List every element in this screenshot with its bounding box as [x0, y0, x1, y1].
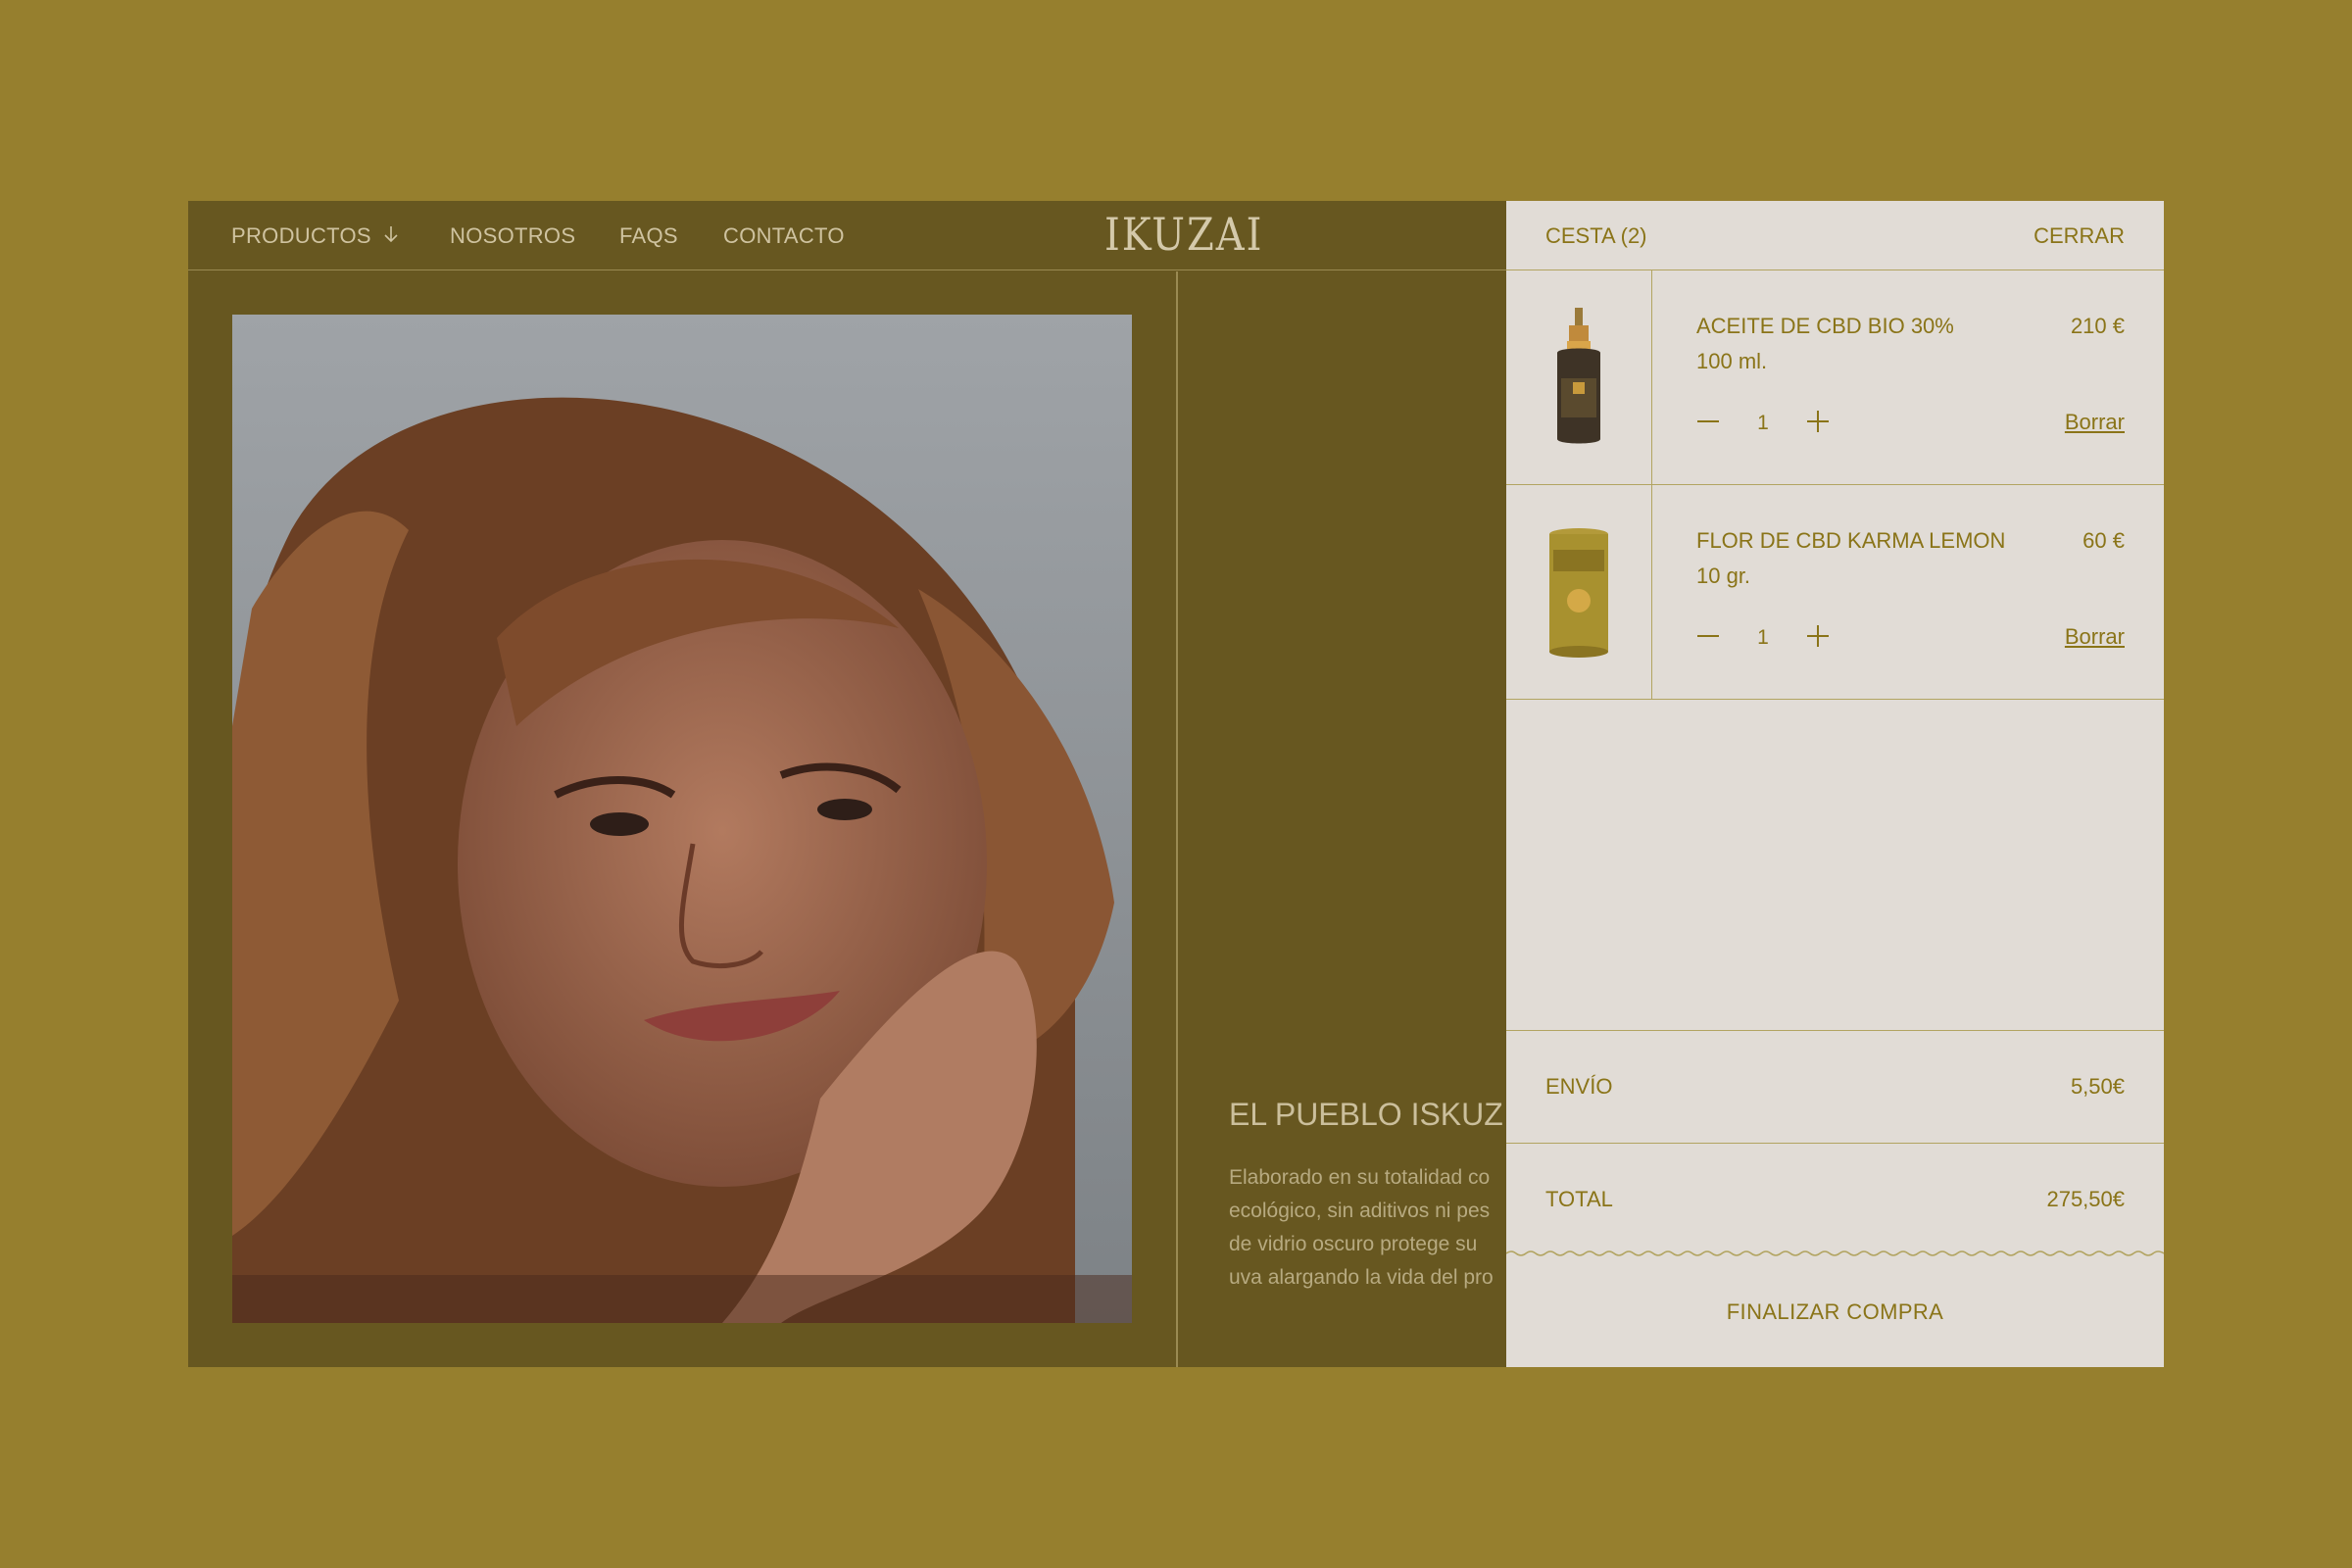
minus-icon[interactable] [1696, 624, 1720, 648]
minus-icon[interactable] [1696, 410, 1720, 433]
receipt-edge [1506, 1250, 2164, 1256]
item-name: FLOR DE CBD KARMA LEMON [1696, 528, 2006, 553]
remove-item-button[interactable]: Borrar [2065, 624, 2125, 650]
nav-faqs[interactable]: FAQS [619, 223, 678, 249]
cart-item: ACEITE DE CBD BIO 30% 100 ml. 210 € 1 Bo… [1506, 270, 2164, 485]
nav-productos-label: PRODUCTOS [231, 223, 371, 248]
product-image-oil [1506, 270, 1652, 484]
total-label: TOTAL [1545, 1187, 1613, 1211]
shipping-row: ENVÍO 5,50€ [1506, 1030, 2164, 1143]
nav-nosotros[interactable]: NOSOTROS [450, 223, 575, 249]
item-size: 100 ml. [1696, 349, 1768, 373]
nav-contacto[interactable]: CONTACTO [723, 223, 845, 249]
checkout-button[interactable]: FINALIZAR COMPRA [1506, 1257, 2164, 1367]
total-value: 275,50€ [2046, 1187, 2125, 1211]
arrow-down-icon [383, 223, 399, 249]
cart-header: CESTA (2) CERRAR [1506, 201, 2164, 270]
plus-icon[interactable] [1806, 410, 1830, 433]
shipping-value: 5,50€ [2070, 1074, 2125, 1099]
close-cart-button[interactable]: CERRAR [2034, 223, 2125, 249]
site-logo[interactable]: IKUZAI [1104, 210, 1263, 262]
item-size: 10 gr. [1696, 564, 1751, 588]
item-price: 210 € [2070, 314, 2125, 338]
item-quantity: 1 [1757, 412, 1769, 434]
item-price: 60 € [2082, 528, 2125, 553]
cart-item: FLOR DE CBD KARMA LEMON 10 gr. 60 € 1 Bo… [1506, 485, 2164, 700]
plus-icon[interactable] [1806, 624, 1830, 648]
top-nav: PRODUCTOS NOSOTROS FAQS CONTACTO IKUZAI [188, 201, 1506, 270]
total-row: TOTAL 275,50€ [1506, 1143, 2164, 1255]
content-divider [1176, 271, 1178, 1367]
cart-panel: CESTA (2) CERRAR ACEITE DE CBD BIO 30% 1… [1506, 201, 2164, 1367]
item-name: ACEITE DE CBD BIO 30% [1696, 314, 1954, 338]
story-title: EL PUEBLO ISKUZ [1229, 1097, 1503, 1132]
site-frame: PRODUCTOS NOSOTROS FAQS CONTACTO IKUZAI [188, 201, 2164, 1367]
cart-title: CESTA (2) [1545, 223, 1647, 248]
hero-photo [232, 315, 1132, 1323]
item-quantity: 1 [1757, 626, 1769, 649]
shipping-label: ENVÍO [1545, 1074, 1613, 1099]
nav-productos[interactable]: PRODUCTOS [231, 223, 399, 249]
product-image-flower [1506, 485, 1652, 699]
remove-item-button[interactable]: Borrar [2065, 410, 2125, 435]
